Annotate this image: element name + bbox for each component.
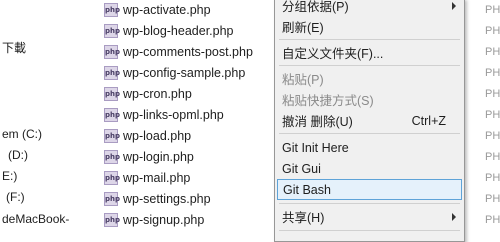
php-file-icon: php: [104, 107, 120, 122]
menu-item-git-bash[interactable]: Git Bash: [277, 179, 462, 200]
file-type-column: PH PH PH PH PH PH PH PH PH PH PH: [484, 0, 500, 240]
php-file-icon: php: [104, 128, 120, 143]
menu-item-customize-folder[interactable]: 自定义文件夹(F)...: [277, 42, 462, 63]
menu-item-paste-shortcut: 粘贴快捷方式(S): [277, 89, 462, 110]
file-type-cell: PH: [485, 4, 500, 16]
menu-item-shortcut: Ctrl+Z: [411, 113, 446, 128]
nav-item-downloads[interactable]: 下載: [2, 39, 26, 57]
file-type-cell: PH: [485, 25, 500, 37]
file-row[interactable]: php wp-links-opml.php: [104, 104, 224, 125]
menu-separator: [279, 65, 460, 66]
nav-item-drive-e[interactable]: E:): [2, 167, 17, 185]
menu-item-git-init-here[interactable]: Git Init Here: [277, 137, 462, 158]
menu-item-refresh[interactable]: 刷新(E): [277, 16, 462, 37]
menu-item-label: Git Gui: [282, 161, 321, 176]
file-row[interactable]: php wp-mail.php: [104, 167, 190, 188]
php-file-icon: php: [104, 170, 120, 185]
file-type-cell: PH: [485, 109, 500, 121]
menu-separator: [279, 203, 460, 204]
file-row[interactable]: php wp-settings.php: [104, 188, 211, 209]
file-row[interactable]: php wp-load.php: [104, 125, 191, 146]
file-name: wp-comments-post.php: [123, 44, 253, 59]
file-type-cell: PH: [485, 172, 500, 184]
php-file-icon: php: [104, 212, 120, 227]
menu-item-undo-delete[interactable]: 撤消 删除(U) Ctrl+Z: [277, 110, 462, 131]
file-name: wp-signup.php: [123, 212, 205, 227]
file-type-cell: PH: [485, 151, 500, 163]
file-row[interactable]: php wp-cron.php: [104, 83, 192, 104]
file-name: wp-config-sample.php: [123, 65, 246, 80]
menu-separator: [279, 133, 460, 134]
file-name: wp-cron.php: [123, 86, 192, 101]
php-file-icon: php: [104, 191, 120, 206]
submenu-arrow-icon: [452, 212, 456, 221]
file-name: wp-load.php: [123, 128, 192, 143]
menu-item-label: 分组依据(P): [282, 0, 349, 14]
menu-separator: [279, 39, 460, 40]
navigation-pane: 下載 em (C:) (D:) E:) (F:) deMacBook-: [0, 0, 100, 240]
nav-item-drive-c[interactable]: em (C:): [2, 125, 42, 143]
file-row[interactable]: php wp-blog-header.php: [104, 20, 234, 41]
menu-item-label: 粘贴(P): [282, 73, 324, 87]
php-file-icon: php: [104, 86, 120, 101]
submenu-arrow-icon: [452, 1, 456, 10]
context-menu: 分组依据(P) 刷新(E) 自定义文件夹(F)... 粘贴(P) 粘贴快捷方式(…: [274, 0, 465, 242]
menu-item-label: 自定义文件夹(F)...: [282, 47, 384, 61]
menu-item-paste: 粘贴(P): [277, 68, 462, 89]
file-name: wp-blog-header.php: [123, 23, 234, 38]
php-file-icon: php: [104, 2, 120, 17]
file-name: wp-settings.php: [123, 191, 211, 206]
menu-item-label: 粘贴快捷方式(S): [282, 94, 374, 108]
file-type-cell: PH: [485, 193, 500, 205]
file-row[interactable]: php wp-login.php: [104, 146, 194, 167]
file-row[interactable]: php wp-signup.php: [104, 209, 204, 230]
menu-item-group-by[interactable]: 分组依据(P): [277, 0, 462, 16]
file-name: wp-login.php: [123, 149, 194, 164]
php-file-icon: php: [104, 149, 120, 164]
menu-item-share[interactable]: 共享(H): [277, 206, 462, 227]
file-type-cell: PH: [485, 88, 500, 100]
file-type-cell: PH: [485, 130, 500, 142]
menu-item-git-gui[interactable]: Git Gui: [277, 158, 462, 179]
menu-item-label: 撤消 删除(U): [282, 115, 353, 129]
file-row[interactable]: php wp-comments-post.php: [104, 41, 253, 62]
file-type-cell: PH: [485, 67, 500, 79]
menu-item-label: Git Bash: [283, 182, 331, 197]
file-name: wp-mail.php: [123, 170, 191, 185]
php-file-icon: php: [104, 44, 120, 59]
php-file-icon: php: [104, 23, 120, 38]
menu-separator: [279, 230, 460, 231]
php-file-icon: php: [104, 65, 120, 80]
menu-item-label: 刷新(E): [282, 21, 324, 35]
menu-item-label: 共享(H): [282, 211, 325, 225]
nav-item-drive-f[interactable]: (F:): [6, 188, 25, 206]
menu-item-label: Git Init Here: [282, 140, 349, 155]
nav-item-network-macbook[interactable]: deMacBook-: [2, 210, 69, 228]
file-row[interactable]: php wp-config-sample.php: [104, 62, 245, 83]
file-name: wp-activate.php: [123, 2, 211, 17]
file-type-cell: PH: [485, 214, 500, 226]
nav-item-drive-d[interactable]: (D:): [8, 146, 28, 164]
file-row[interactable]: php wp-activate.php: [104, 0, 211, 20]
file-name: wp-links-opml.php: [123, 107, 224, 122]
file-type-cell: PH: [485, 46, 500, 58]
